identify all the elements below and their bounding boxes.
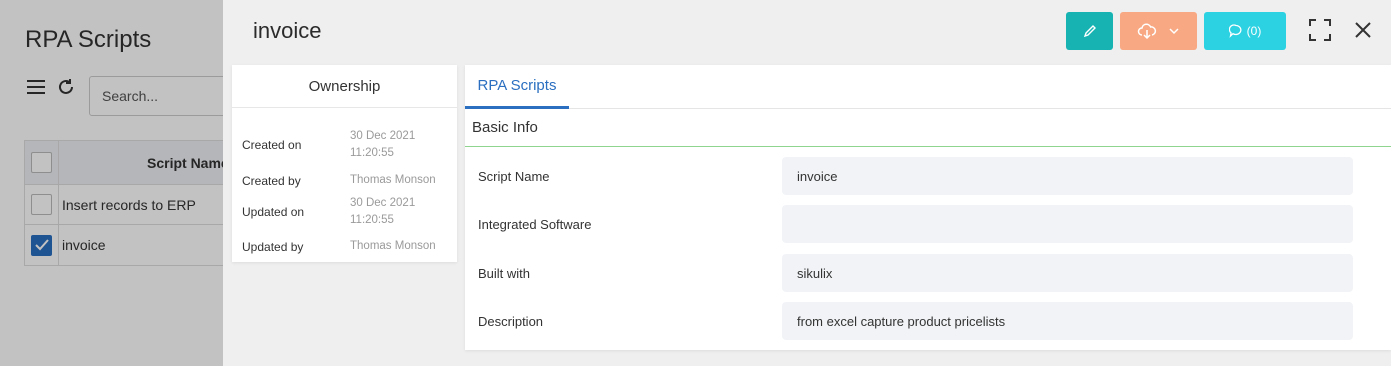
updated-on-value: 30 Dec 2021 11:20:55 [350, 197, 416, 226]
close-icon[interactable] [1349, 16, 1377, 44]
edit-button[interactable] [1066, 12, 1113, 50]
section-basic-info: Basic Info [465, 109, 1391, 147]
expand-icon[interactable] [1306, 16, 1334, 44]
modal-overlay[interactable] [0, 0, 223, 366]
comments-button[interactable]: (0) [1204, 12, 1286, 50]
detail-drawer: invoice (0) Ownership Created on 30 Dec … [223, 0, 1391, 366]
details-card: RPA Scripts Basic Info Script Name invoi… [465, 65, 1391, 350]
created-on-value: 30 Dec 2021 11:20:55 [350, 130, 416, 159]
created-by-row: Created by Thomas Monson [242, 173, 436, 188]
tab-bar: RPA Scripts [465, 65, 1391, 109]
updated-on-row: Updated on 30 Dec 2021 11:20:55 [242, 195, 452, 229]
field-built-with: Built with sikulix [465, 254, 1391, 292]
ownership-card: Ownership Created on 30 Dec 2021 11:20:5… [232, 65, 457, 262]
field-script-name: Script Name invoice [465, 157, 1391, 195]
field-integrated-software: Integrated Software [465, 205, 1391, 243]
updated-by-value: Thomas Monson [350, 240, 436, 252]
chevron-down-icon [1168, 28, 1179, 35]
script-name-field[interactable]: invoice [782, 157, 1353, 195]
cloud-download-icon [1137, 23, 1156, 39]
built-with-field[interactable]: sikulix [782, 254, 1353, 292]
comment-icon [1228, 24, 1242, 38]
created-by-value: Thomas Monson [350, 174, 436, 186]
integrated-software-field[interactable] [782, 205, 1353, 243]
comment-count: (0) [1246, 24, 1262, 38]
created-on-row: Created on 30 Dec 2021 11:20:55 [242, 128, 452, 162]
pencil-icon [1083, 25, 1096, 38]
download-button[interactable] [1120, 12, 1197, 50]
ownership-title: Ownership [232, 65, 457, 108]
tab-rpa-scripts[interactable]: RPA Scripts [465, 65, 569, 109]
field-description: Description from excel capture product p… [465, 302, 1391, 340]
updated-by-row: Updated by Thomas Monson [242, 239, 436, 254]
description-field[interactable]: from excel capture product pricelists [782, 302, 1353, 340]
drawer-title: invoice [253, 18, 322, 43]
